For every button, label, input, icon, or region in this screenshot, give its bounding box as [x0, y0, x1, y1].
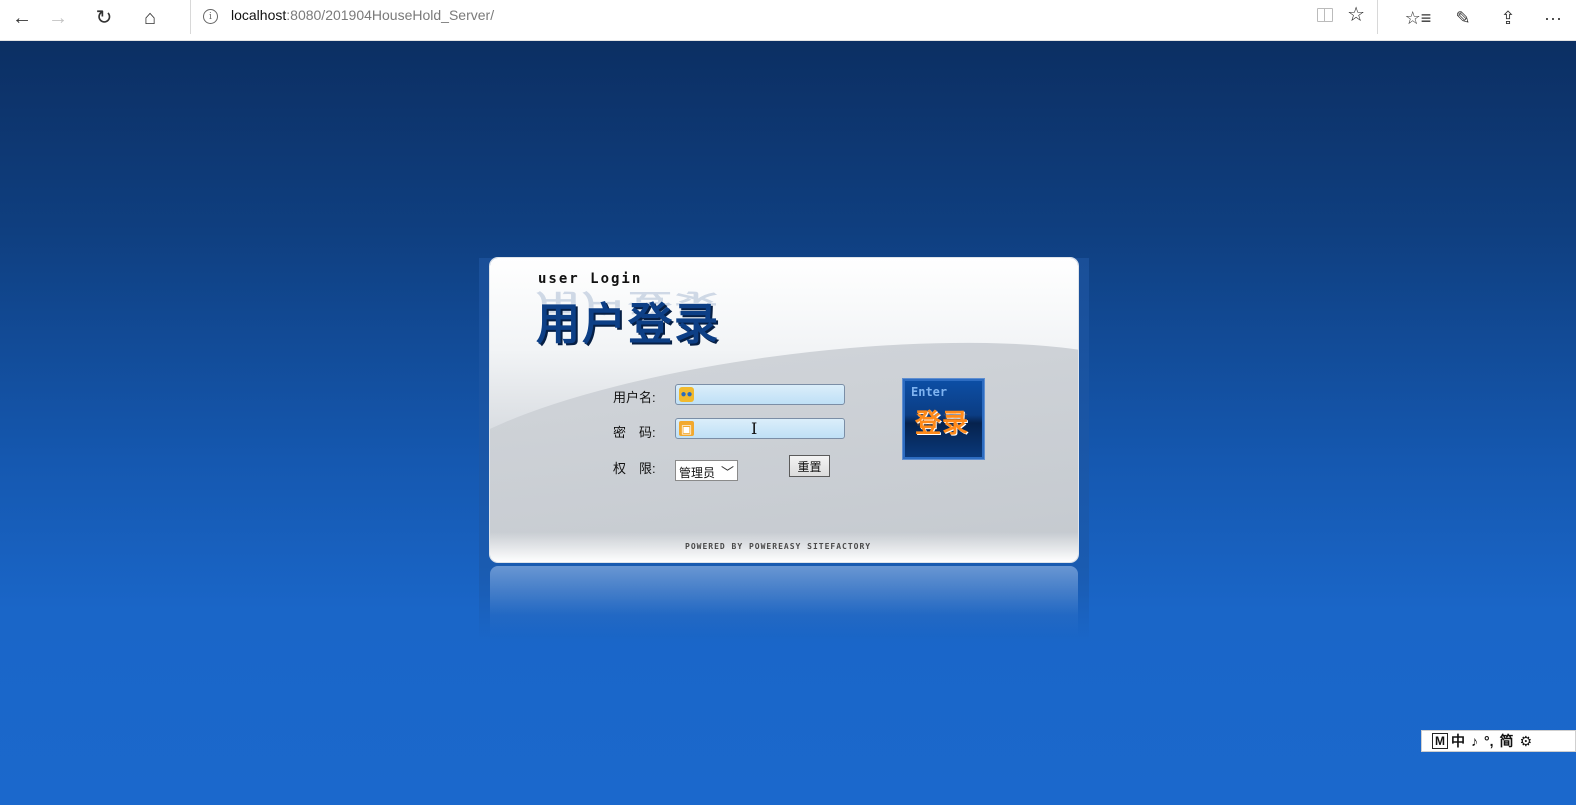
- home-button[interactable]: ⌂: [128, 0, 172, 36]
- favorites-list-button[interactable]: ☆≡: [1396, 0, 1440, 36]
- login-title-en: user Login: [538, 271, 643, 287]
- ime-mode-icon[interactable]: M: [1432, 733, 1448, 749]
- notes-button[interactable]: ✎: [1441, 0, 1485, 36]
- user-icon: ●●: [679, 387, 694, 402]
- favorite-star-icon[interactable]: ☆: [1347, 2, 1365, 27]
- ime-settings-icon[interactable]: ⚙: [1517, 733, 1536, 750]
- share-button[interactable]: ⇪: [1486, 0, 1530, 36]
- ime-language-toggle[interactable]: 中: [1448, 731, 1468, 751]
- ime-punctuation-icon[interactable]: °,: [1481, 733, 1497, 749]
- address-bar[interactable]: i localhost:8080/201904HouseHold_Server/…: [190, 0, 1378, 34]
- role-label: 权 限:: [613, 461, 656, 476]
- password-label: 密 码:: [613, 425, 656, 440]
- username-input[interactable]: [696, 386, 840, 403]
- ime-toolbar: M 中 ♪ °, 简 ⚙: [1421, 730, 1576, 752]
- role-select-value: 管理员: [679, 466, 716, 480]
- forward-icon: →: [48, 7, 68, 29]
- enter-label-reflection: 登录: [915, 411, 970, 426]
- lock-icon: ▣: [679, 421, 694, 436]
- pen-icon: ✎: [1455, 7, 1471, 28]
- username-label: 用户名:: [613, 390, 656, 405]
- password-field[interactable]: ▣: [675, 418, 845, 439]
- share-icon: ⇪: [1500, 7, 1516, 28]
- ime-moon-icon[interactable]: ♪: [1468, 733, 1481, 749]
- back-icon: ←: [12, 7, 32, 29]
- refresh-icon: ↻: [95, 7, 113, 29]
- url-text[interactable]: localhost:8080/201904HouseHold_Server/: [231, 7, 494, 23]
- refresh-button[interactable]: ↻: [82, 0, 126, 36]
- password-input[interactable]: [696, 420, 840, 437]
- info-icon[interactable]: i: [203, 9, 218, 24]
- browser-toolbar: ← → ↻ ⌂ i localhost:8080/201904HouseHold…: [0, 0, 1576, 41]
- home-icon: ⌂: [143, 7, 157, 29]
- url-host: localhost: [231, 7, 287, 23]
- role-select[interactable]: 管理员 ﹀: [675, 460, 738, 481]
- url-path: :8080/201904HouseHold_Server/: [286, 7, 495, 23]
- reading-view-icon[interactable]: [1317, 8, 1333, 22]
- more-icon: ···: [1544, 7, 1562, 28]
- login-panel-reflection: [490, 566, 1078, 636]
- forward-button[interactable]: →: [36, 0, 80, 36]
- username-field[interactable]: ●●: [675, 384, 845, 405]
- reset-button[interactable]: 重置: [789, 455, 830, 477]
- enter-login-button[interactable]: Enter 登录 登录: [902, 378, 985, 460]
- enter-label-en: Enter: [911, 385, 948, 399]
- more-button[interactable]: ···: [1531, 0, 1575, 36]
- favorites-list-icon: ☆≡: [1404, 7, 1432, 28]
- login-title-cn: 用户登录: [536, 299, 720, 350]
- chevron-down-icon: ﹀: [720, 465, 734, 480]
- powered-by-text: POWERED BY POWEREASY SITEFACTORY: [685, 542, 872, 551]
- ime-simplified-toggle[interactable]: 简: [1497, 731, 1517, 751]
